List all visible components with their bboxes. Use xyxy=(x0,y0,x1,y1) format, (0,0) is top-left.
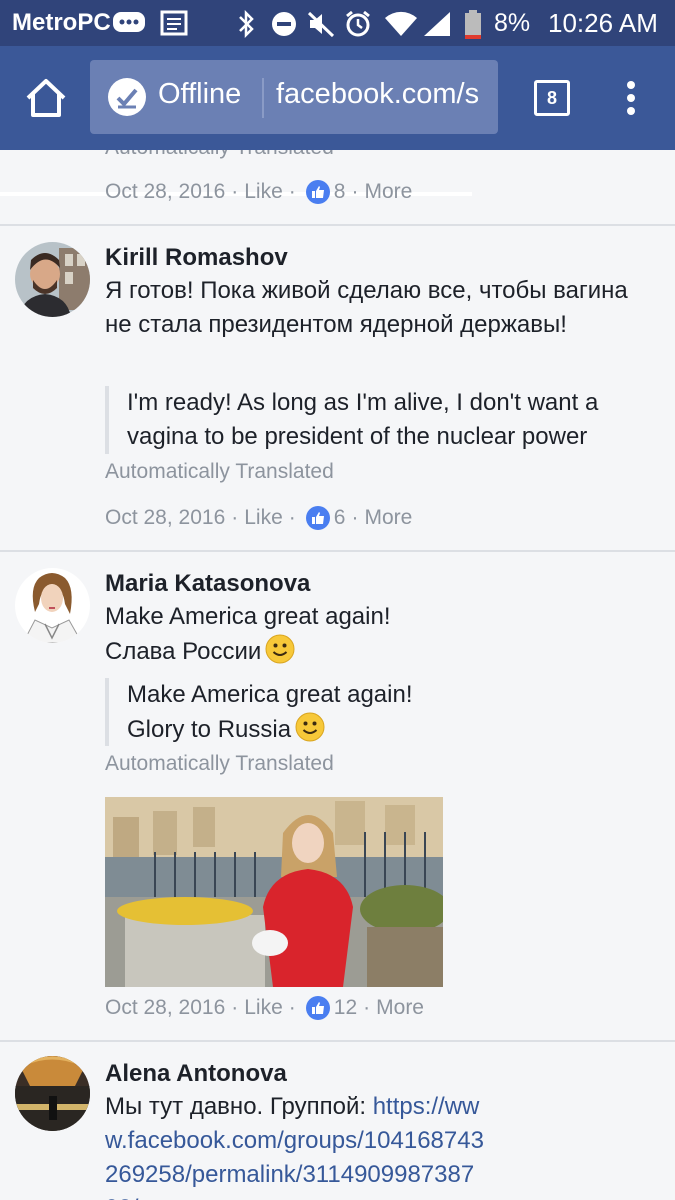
overflow-menu-icon[interactable] xyxy=(622,80,640,116)
thumbs-up-icon xyxy=(305,180,330,205)
offline-icon xyxy=(108,78,146,116)
avatar[interactable] xyxy=(15,1056,90,1131)
address-divider xyxy=(262,78,264,118)
comment-date[interactable]: Oct 28, 2016 xyxy=(105,178,225,206)
more-link[interactable]: More xyxy=(364,178,412,206)
clock: 10:26 AM xyxy=(548,8,658,38)
translation-quote: Make America great again! Glory to Russi… xyxy=(105,678,654,746)
translated-text: I'm ready! As long as I'm alive, I don't… xyxy=(127,389,599,450)
translated-text-line: Glory to Russia xyxy=(127,712,654,747)
comment-text: Make America great again! Слава России xyxy=(105,600,645,669)
comment-text-prefix: Мы тут давно. Группой: xyxy=(105,1093,373,1120)
comment-date[interactable]: Oct 28, 2016 xyxy=(105,994,225,1022)
like-count[interactable]: 8 xyxy=(334,178,346,206)
battery-percent: 8% xyxy=(494,9,531,37)
tab-switcher-button[interactable]: 8 xyxy=(534,80,570,116)
commenter-name[interactable]: Alena Antonova xyxy=(105,1060,287,1088)
mute-icon xyxy=(306,10,336,43)
like-link[interactable]: Like xyxy=(244,178,283,206)
comment-divider xyxy=(0,550,675,552)
url-text: facebook.com/s xyxy=(276,78,480,110)
translation-quote: I'm ready! As long as I'm alive, I don't… xyxy=(105,386,654,454)
signal-icon xyxy=(422,10,452,43)
messages-icon xyxy=(112,10,146,41)
like-link[interactable]: Like xyxy=(244,994,283,1022)
more-link[interactable]: More xyxy=(364,504,412,532)
like-link[interactable]: Like xyxy=(244,504,283,532)
comment-divider xyxy=(0,224,675,226)
status-bar: MetroPC 8% 10:26 AM xyxy=(0,0,675,46)
like-count[interactable]: 12 xyxy=(334,994,357,1022)
commenter-name[interactable]: Kirill Romashov xyxy=(105,244,288,272)
offline-label: Offline xyxy=(158,78,242,110)
comment-meta: Oct 28, 2016 · Like · 6 · More xyxy=(105,504,412,532)
comment-text: Мы тут давно. Группой: https://www.faceb… xyxy=(105,1090,485,1200)
auto-translated-label: Automatically Translated xyxy=(105,752,334,775)
thumbs-up-icon xyxy=(305,506,330,531)
comment-meta: Oct 28, 2016 · Like · 12 · More xyxy=(105,994,424,1022)
comment-date[interactable]: Oct 28, 2016 xyxy=(105,504,225,532)
browser-toolbar: Offline facebook.com/s 8 xyxy=(0,46,675,196)
do-not-disturb-icon xyxy=(270,10,298,43)
home-icon[interactable] xyxy=(24,76,68,120)
comment-text: Я готов! Пока живой сделаю все, чтобы ва… xyxy=(105,277,628,338)
comment-divider xyxy=(0,1040,675,1042)
commenter-name[interactable]: Maria Katasonova xyxy=(105,570,310,598)
bluetooth-icon xyxy=(236,9,256,43)
avatar[interactable] xyxy=(15,568,90,643)
smiley-emoji-icon xyxy=(295,712,325,742)
translated-text-line: Make America great again! xyxy=(127,681,413,708)
translated-text: Make America great again! Glory to Russi… xyxy=(127,678,654,747)
comment-text-line: Слава России xyxy=(105,634,645,669)
more-link[interactable]: More xyxy=(376,994,424,1022)
carrier-name: MetroPC xyxy=(12,9,111,36)
wifi-icon xyxy=(384,10,418,43)
thumbs-up-icon xyxy=(305,996,330,1021)
auto-translated-label: Automatically Translated xyxy=(105,150,334,160)
comment-text-line: Make America great again! xyxy=(105,603,391,630)
avatar[interactable] xyxy=(15,242,90,317)
comment-meta: Oct 28, 2016 · Like · 8 · More xyxy=(105,178,412,206)
comments-list: Automatically Translated Oct 28, 2016·Li… xyxy=(0,150,675,1200)
like-count[interactable]: 6 xyxy=(334,504,346,532)
comment-text-line-2: Слава России xyxy=(105,638,262,665)
smiley-emoji-icon xyxy=(265,634,295,664)
battery-icon xyxy=(464,10,482,45)
alarm-icon xyxy=(344,10,372,43)
translated-text-line-2: Glory to Russia xyxy=(127,716,292,743)
auto-translated-label: Automatically Translated xyxy=(105,460,334,483)
news-icon xyxy=(160,10,188,41)
comment-photo[interactable] xyxy=(105,797,443,987)
address-bar[interactable]: Offline facebook.com/s xyxy=(90,60,498,134)
